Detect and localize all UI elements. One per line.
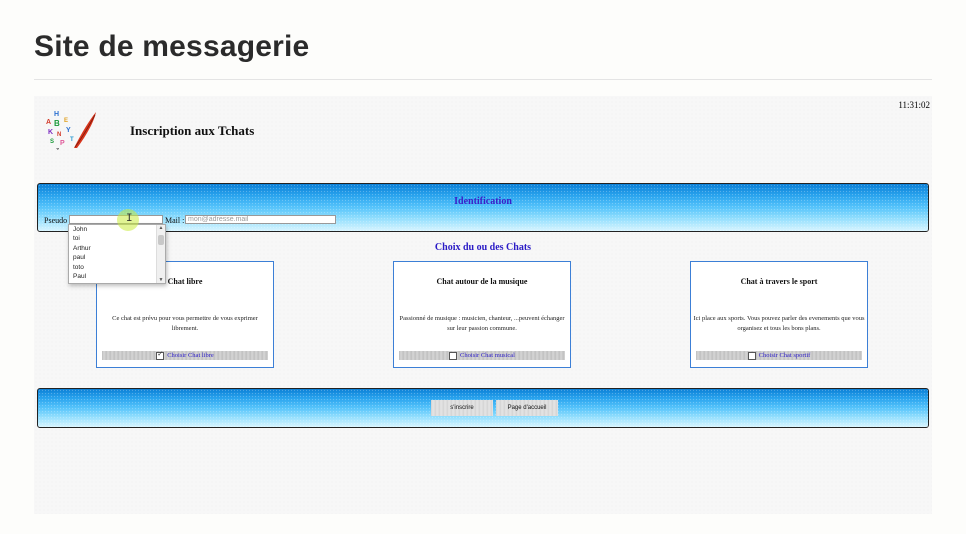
- dropdown-scrollbar[interactable]: ▲ ▼: [156, 225, 165, 283]
- svg-text:H: H: [54, 111, 59, 118]
- scroll-up-icon[interactable]: ▲: [157, 225, 165, 231]
- scroll-down-icon[interactable]: ▼: [157, 277, 165, 283]
- chat-card-sport: Chat à travers le sport Ici place aux sp…: [690, 261, 868, 368]
- embedded-app-frame: 11:31:02 H A B E K N Y S P T Z Inscripti…: [34, 96, 932, 514]
- list-item[interactable]: toi: [69, 234, 165, 243]
- list-item[interactable]: Paul: [69, 272, 165, 281]
- chat-libre-checkbox[interactable]: [156, 350, 165, 360]
- heading-divider: [34, 79, 932, 80]
- svg-text:B: B: [54, 119, 60, 128]
- list-item[interactable]: toto: [69, 263, 165, 272]
- card-title: Chat autour de la musique: [436, 277, 528, 286]
- list-item[interactable]: paul: [69, 253, 165, 262]
- svg-text:P: P: [60, 140, 65, 147]
- svg-text:Y: Y: [66, 127, 71, 134]
- card-checkbox-row[interactable]: Choisir Chat musical: [399, 351, 565, 360]
- identification-title: Identification: [454, 196, 512, 207]
- mail-input[interactable]: [185, 215, 336, 224]
- checkbox-label[interactable]: Choisir Chat sportif: [759, 352, 811, 359]
- clock: 11:31:02: [898, 100, 930, 110]
- mail-label: Mail :: [165, 216, 185, 225]
- svg-text:K: K: [48, 129, 53, 136]
- chat-card-musique: Chat autour de la musique Passionné de m…: [393, 261, 571, 368]
- card-description: Ici place aux sports. Vous pouvez parler…: [693, 315, 865, 332]
- pseudo-input[interactable]: [69, 215, 163, 224]
- svg-text:E: E: [64, 118, 68, 124]
- pseudo-autocomplete-list[interactable]: John toi Arthur paul toto Paul ▲ ▼: [68, 224, 166, 284]
- text-cursor-icon: I: [126, 213, 133, 225]
- card-title: Chat à travers le sport: [740, 277, 818, 286]
- svg-text:T: T: [70, 137, 74, 143]
- card-checkbox-row[interactable]: Choisir Chat sportif: [696, 351, 862, 360]
- signup-button[interactable]: s'inscrire: [431, 400, 493, 416]
- checkbox-label[interactable]: Choisir Chat musical: [460, 352, 515, 359]
- actions-band: s'inscrire Page d'accueil: [37, 388, 929, 428]
- chat-sportif-checkbox[interactable]: [747, 351, 756, 360]
- svg-text:S: S: [50, 139, 54, 145]
- card-description: Passionné de musique : musicien, chanteu…: [399, 315, 565, 332]
- chat-musical-checkbox[interactable]: [449, 351, 458, 360]
- svg-text:Z: Z: [56, 148, 59, 150]
- logo-letters-quill-icon: H A B E K N Y S P T Z: [46, 111, 96, 150]
- checkbox-label[interactable]: Choisir Chat libre: [167, 352, 214, 359]
- site-title: Inscription aux Tchats: [130, 123, 255, 138]
- scrollbar-thumb[interactable]: [158, 235, 164, 245]
- card-checkbox-row[interactable]: Choisir Chat libre: [102, 350, 268, 360]
- chat-choice-title: Choix du ou des Chats: [434, 242, 532, 253]
- svg-text:N: N: [57, 132, 61, 138]
- page-heading: Site de messagerie: [34, 30, 310, 63]
- svg-text:A: A: [46, 119, 51, 126]
- card-description: Ce chat est prévu pour vous permettre de…: [112, 315, 258, 332]
- identification-band: Identification Pseudo : Mail :: [37, 183, 929, 232]
- list-item[interactable]: Arthur: [69, 244, 165, 253]
- home-button[interactable]: Page d'accueil: [496, 400, 558, 416]
- list-item[interactable]: John: [69, 225, 165, 234]
